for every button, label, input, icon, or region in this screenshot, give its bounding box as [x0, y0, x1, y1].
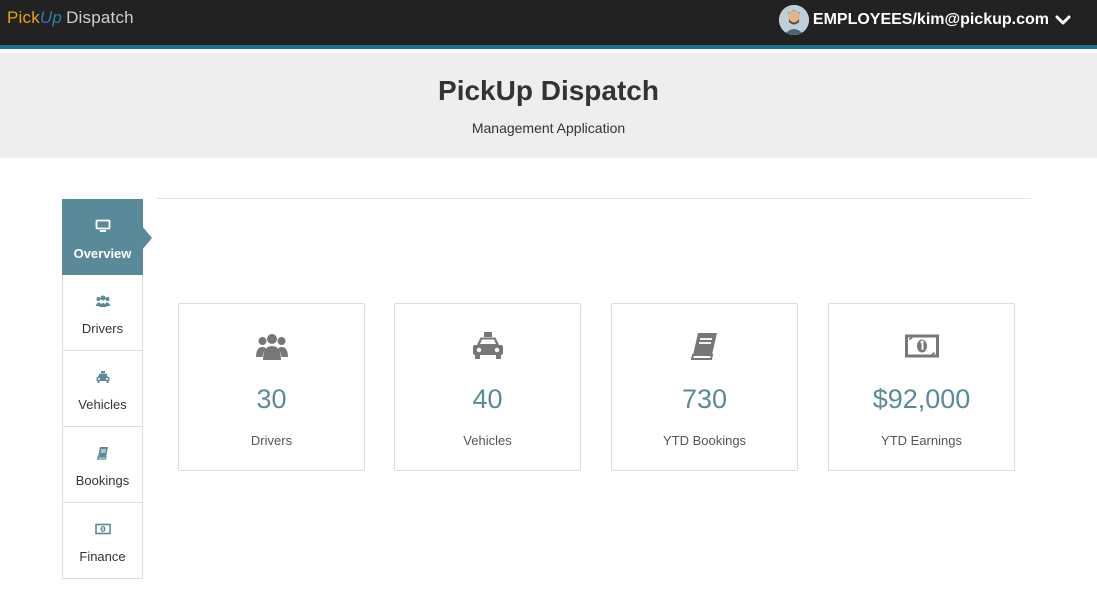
- taxi-icon: [63, 369, 142, 385]
- user-menu[interactable]: EMPLOYEES/kim@pickup.com: [778, 4, 1071, 36]
- stat-label: YTD Earnings: [881, 433, 962, 448]
- tab-label: Overview: [73, 246, 132, 261]
- stat-card-drivers: 30 Drivers: [178, 303, 365, 471]
- stat-label: Drivers: [250, 433, 293, 448]
- content-divider: [156, 198, 1031, 199]
- tab-label: Drivers: [81, 321, 124, 336]
- page-subtitle: Management Application: [471, 120, 626, 136]
- users-icon: [179, 330, 364, 362]
- money-icon: [829, 330, 1014, 362]
- users-icon: [63, 293, 142, 309]
- stat-value: 40: [472, 384, 503, 414]
- brand-logo[interactable]: PickUp Dispatch: [7, 8, 134, 28]
- stat-label: YTD Bookings: [662, 433, 747, 448]
- tab-bookings[interactable]: Bookings: [62, 427, 143, 503]
- tab-overview[interactable]: Overview: [62, 199, 152, 275]
- chevron-down-icon[interactable]: [1055, 12, 1071, 28]
- stat-card-bookings: 730 YTD Bookings: [611, 303, 798, 471]
- tab-label: Finance: [79, 549, 126, 564]
- brand-pick: Pick: [7, 8, 40, 27]
- stat-value: 30: [256, 384, 287, 414]
- top-navbar: PickUp Dispatch EMPLOYEES/kim@pickup.com: [0, 0, 1097, 49]
- tab-finance[interactable]: Finance: [62, 503, 143, 579]
- page-header: PickUp Dispatch Management Application: [0, 53, 1097, 158]
- monitor-icon: [63, 218, 142, 234]
- page-title: PickUp Dispatch: [438, 75, 659, 106]
- sidebar-tabs: Overview Drivers Vehicles Bookings Finan…: [62, 199, 152, 579]
- tab-label: Bookings: [75, 473, 130, 488]
- taxi-icon: [395, 330, 580, 362]
- avatar: [778, 5, 809, 35]
- tab-drivers[interactable]: Drivers: [62, 275, 143, 351]
- book-icon: [612, 330, 797, 362]
- money-icon: [63, 521, 142, 537]
- stat-card-earnings: $92,000 YTD Earnings: [828, 303, 1015, 471]
- tab-label: Vehicles: [78, 397, 127, 412]
- stat-value: $92,000: [872, 384, 971, 414]
- stat-card-vehicles: 40 Vehicles: [394, 303, 581, 471]
- book-icon: [63, 445, 142, 461]
- brand-dispatch: Dispatch: [66, 8, 134, 27]
- stat-label: Vehicles: [463, 433, 512, 448]
- stat-value: 730: [681, 384, 728, 414]
- tab-vehicles[interactable]: Vehicles: [62, 351, 143, 427]
- user-email: EMPLOYEES/kim@pickup.com: [812, 11, 1049, 28]
- brand-up: Up: [39, 8, 63, 27]
